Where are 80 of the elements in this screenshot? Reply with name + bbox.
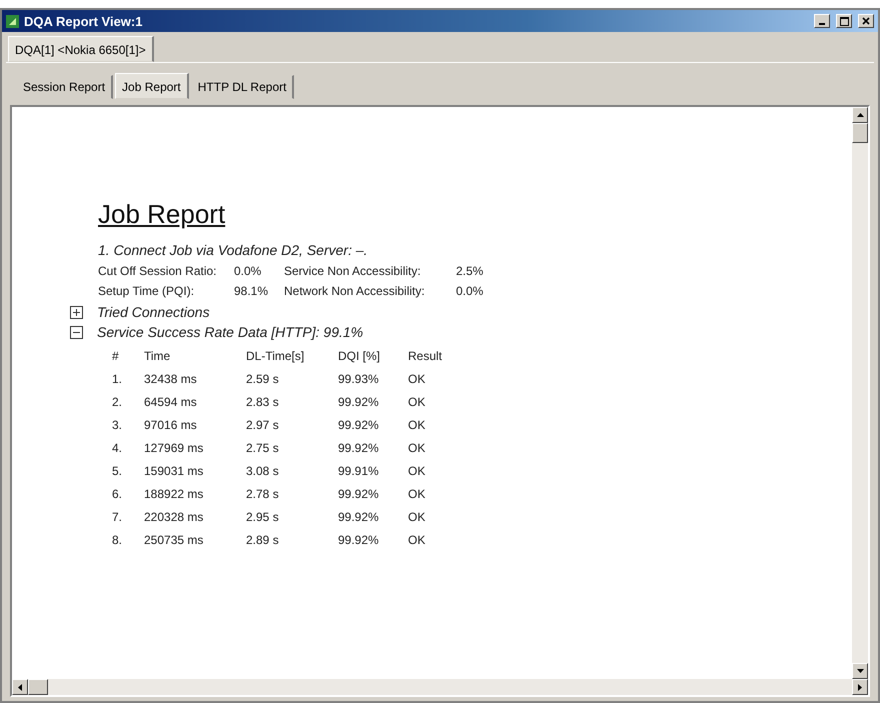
table-cell-text: 2.95 s: [246, 508, 280, 526]
table-cell-text: OK: [408, 416, 426, 434]
up-arrow-icon: [856, 113, 864, 117]
table-cell-text: 220328 ms: [144, 508, 204, 526]
table-cell-text: 99.92%: [338, 532, 380, 548]
table-cell-text: 2.: [112, 394, 124, 410]
column-header: #: [112, 344, 144, 367]
table-cell-text: OK: [408, 486, 426, 502]
table-cell-text: 188922 ms: [144, 486, 204, 502]
scroll-right-button[interactable]: [852, 679, 868, 695]
stat-label: Cut Off Session Ratio:: [98, 264, 218, 278]
window-title: DQA Report View:1: [24, 14, 144, 28]
section-label: Service Success Rate Data [HTTP]: 99.1%: [97, 324, 364, 340]
table-cell-text: OK: [408, 440, 426, 456]
table-cell-text: 2.97 s: [246, 416, 280, 434]
table-cell-text: OK: [408, 394, 426, 410]
column-header: Result: [408, 348, 442, 364]
report-title: Job Report: [98, 199, 226, 230]
right-arrow-icon: [858, 684, 862, 690]
table-cell-text: 250735 ms: [144, 532, 204, 548]
table-cell-text: 2.59 s: [246, 370, 280, 388]
scroll-left-button[interactable]: [12, 679, 28, 695]
table-cell-text: OK: [408, 370, 426, 388]
table-cell-text: 3.: [112, 416, 124, 434]
table-cell-text: OK: [408, 532, 426, 548]
app-icon: [6, 14, 19, 28]
table-cell-text: 2.89 s: [246, 532, 280, 548]
job-heading: 1. Connect Job via Vodafone D2, Server: –.: [98, 242, 369, 258]
left-arrow-icon: [18, 684, 22, 690]
table-cell-text: 2.83 s: [246, 394, 280, 410]
scroll-down-button[interactable]: [852, 663, 868, 679]
table-cell-text: 1.: [112, 370, 124, 388]
table-cell-text: 64594 ms: [144, 394, 198, 410]
table-cell-text: 99.91%: [338, 462, 380, 480]
table-cell-text: 32438 ms: [144, 370, 198, 388]
stat-label: Network Non Accessibility:: [284, 284, 426, 298]
table-cell-text: 127969 ms: [144, 440, 204, 456]
stat-value: 0.0%: [234, 264, 262, 278]
table-cell-text: 8.: [112, 532, 124, 548]
maximize-button[interactable]: [836, 14, 852, 28]
collapse-icon[interactable]: [70, 326, 83, 338]
table-cell-text: 99.92%: [338, 440, 380, 456]
table-cell-text: 99.93%: [338, 370, 380, 388]
column-header: DL-Time[s]: [246, 348, 306, 364]
scroll-thumb[interactable]: [28, 679, 48, 695]
table-cell-text: 99.92%: [338, 508, 380, 526]
column-header: DQI [%]: [338, 348, 382, 364]
close-button[interactable]: [858, 14, 874, 28]
scroll-up-button[interactable]: [852, 107, 868, 123]
table-cell-text: OK: [408, 508, 426, 526]
table-cell-text: 4.: [112, 440, 124, 456]
vertical-scrollbar[interactable]: [852, 107, 868, 679]
table-cell-text: 99.92%: [338, 486, 380, 502]
section-label: Tried Connections: [97, 304, 210, 320]
stat-value: 0.0%: [456, 284, 484, 298]
expand-icon[interactable]: [70, 306, 83, 318]
table-cell-text: 97016 ms: [144, 416, 198, 434]
stat-label: Service Non Accessibility:: [284, 264, 422, 278]
stat-value: 98.1%: [234, 284, 270, 298]
maximize-icon: [840, 16, 848, 26]
scroll-thumb[interactable]: [852, 123, 868, 143]
table-cell-text: 2.78 s: [246, 486, 280, 502]
table-cell-text: 159031 ms: [144, 462, 204, 480]
column-header: Time: [144, 348, 172, 364]
table-cell-text: 3.08 s: [246, 462, 280, 480]
table-cell-text: 2.75 s: [246, 440, 280, 456]
close-icon: [862, 17, 870, 25]
horizontal-scrollbar[interactable]: [12, 679, 868, 695]
table-cell-text: 99.92%: [338, 394, 380, 410]
stat-value: 2.5%: [456, 264, 484, 278]
down-arrow-icon: [856, 669, 864, 673]
minimize-button[interactable]: [814, 14, 830, 28]
table-cell-text: 99.92%: [338, 416, 380, 434]
table-cell-text: OK: [408, 462, 426, 480]
stat-label: Setup Time (PQI):: [98, 284, 196, 298]
table-cell-text: 6.: [112, 486, 124, 502]
table-cell-text: 5.: [112, 462, 124, 480]
tab[interactable]: Job Report: [115, 73, 189, 99]
tab[interactable]: DQA[1] <Nokia 6650[1]>: [8, 36, 154, 62]
table-cell-text: 7.: [112, 508, 124, 526]
